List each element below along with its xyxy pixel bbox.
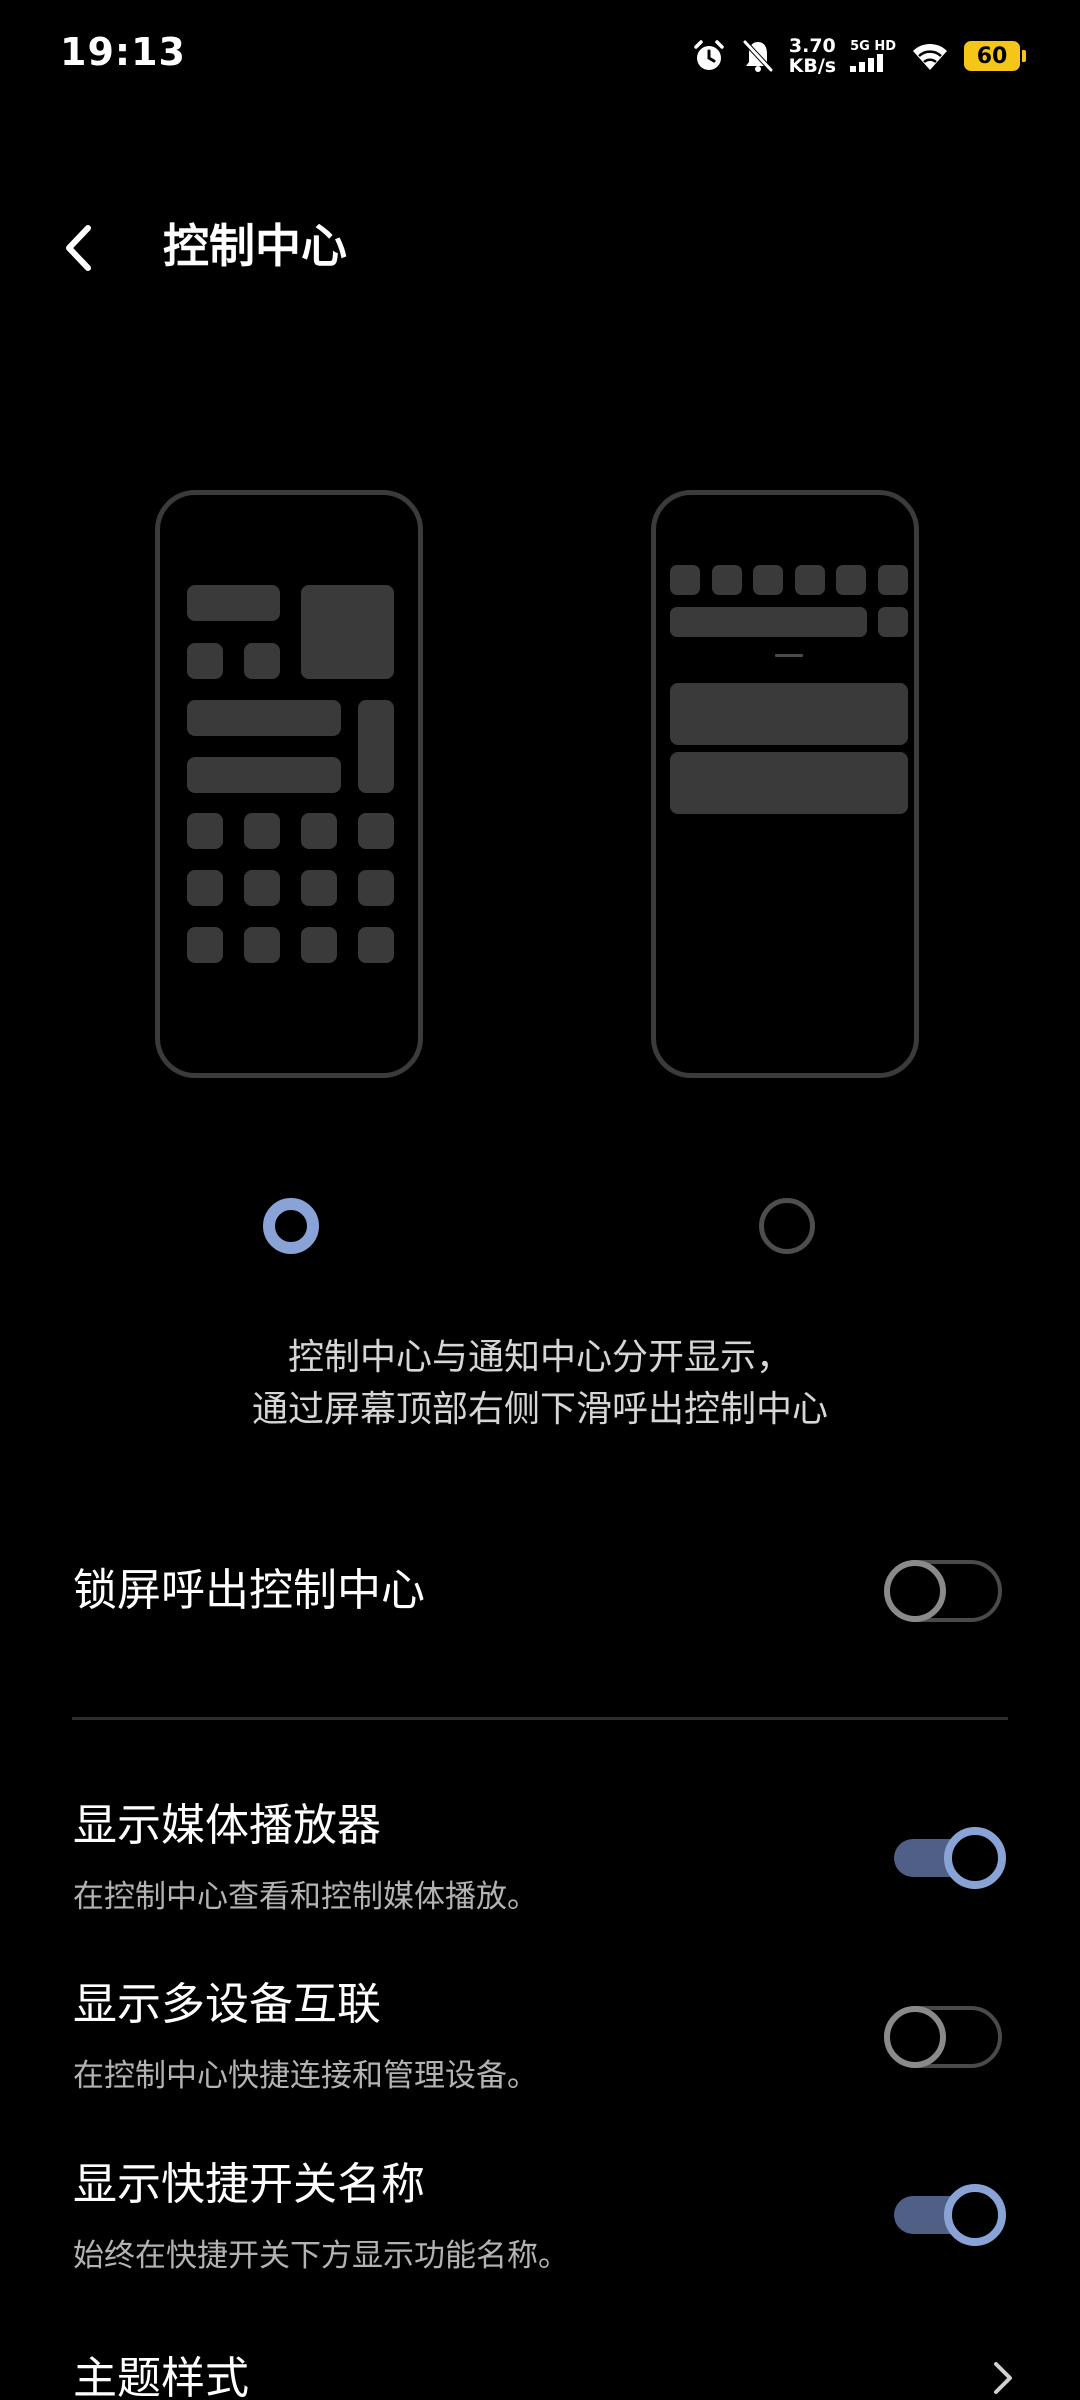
back-button[interactable] [60,208,124,288]
layout-description-line1: 控制中心与通知中心分开显示， [287,1337,792,1378]
signal-label: 5G HD [850,39,896,54]
layout-description: 控制中心与通知中心分开显示， 通过屏幕顶部右侧下滑呼出控制中心 [0,1332,1080,1436]
signal-bars-icon [850,54,884,72]
network-speed: 3.70 KB/s [789,36,836,76]
layout-option-combined[interactable] [651,490,919,1078]
toggle-names-toggle[interactable] [888,2184,1006,2246]
media-player-title: 显示媒体播放器 [73,1800,381,1851]
battery-indicator: 60 [964,41,1026,71]
chevron-right-icon [994,2362,1012,2394]
network-speed-value: 3.70 [788,35,836,57]
divider [72,1717,1008,1720]
status-bar: 19:13 3.70 KB/s 5G HD 60 [0,0,1080,110]
network-speed-unit: KB/s [788,55,837,77]
media-player-subtitle: 在控制中心查看和控制媒体播放。 [73,1879,538,1915]
status-time: 19:13 [60,30,186,74]
chevron-left-icon [66,225,91,271]
status-icons: 3.70 KB/s 5G HD 60 [691,32,1026,80]
multi-device-subtitle: 在控制中心快捷连接和管理设备。 [73,2058,538,2094]
signal-indicator: 5G HD [850,40,896,72]
control-center-settings-screen: 19:13 3.70 KB/s 5G HD 60 控制中心 控制中心与通知中心分… [0,0,1080,2400]
multi-device-toggle[interactable] [884,2006,1002,2068]
theme-style-title: 主题样式 [73,2353,249,2400]
mute-bell-icon [741,38,775,74]
lock-screen-title: 锁屏呼出控制中心 [73,1565,425,1616]
toggle-names-title: 显示快捷开关名称 [73,2159,425,2210]
lock-screen-toggle[interactable] [884,1560,1002,1622]
multi-device-title: 显示多设备互联 [73,1979,381,2030]
page-title: 控制中心 [163,219,347,273]
layout-option-separate[interactable] [155,490,423,1078]
layout-radio-combined[interactable] [759,1198,815,1254]
layout-description-line2: 通过屏幕顶部右侧下滑呼出控制中心 [251,1389,828,1430]
toggle-names-subtitle: 始终在快捷开关下方显示功能名称。 [73,2238,569,2274]
wifi-icon [910,40,950,72]
media-player-toggle[interactable] [888,1827,1006,1889]
layout-radio-separate[interactable] [263,1198,319,1254]
alarm-icon [691,38,727,74]
